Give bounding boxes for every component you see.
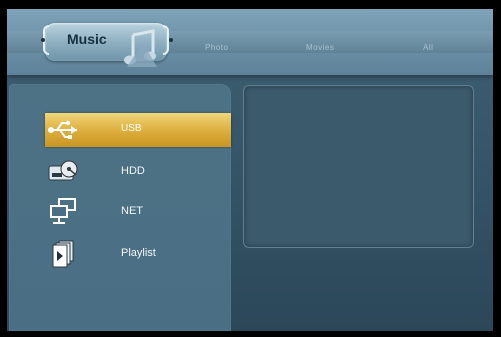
tab-all[interactable]: All: [423, 43, 433, 52]
source-list-panel: USB HDD NET Playlist: [9, 84, 231, 331]
hdd-icon: [48, 160, 78, 181]
music-note-icon: [124, 29, 157, 67]
source-label-playlist: Playlist: [121, 247, 156, 259]
tab-music-label: Music: [67, 31, 107, 47]
source-item-hdd[interactable]: HDD: [45, 155, 231, 189]
tab-photo[interactable]: Photo: [205, 43, 228, 52]
tab-movies[interactable]: Movies: [306, 43, 334, 52]
playlist-icon: [52, 240, 74, 268]
source-item-playlist[interactable]: Playlist: [45, 237, 231, 271]
source-label-hdd: HDD: [121, 165, 145, 177]
category-menu-bar: Music Photo Movies All: [7, 9, 493, 75]
source-label-net: NET: [121, 205, 143, 217]
media-player-screen: Music Photo Movies All USB HDD NET Playl…: [7, 9, 493, 331]
source-item-net[interactable]: NET: [45, 195, 231, 229]
tab-right-dot: [169, 38, 173, 42]
source-item-usb[interactable]: USB: [45, 113, 231, 147]
source-label-usb: USB: [121, 123, 142, 134]
tab-left-dot: [41, 38, 45, 42]
preview-panel: [243, 85, 474, 248]
usb-icon: [48, 120, 77, 139]
network-icon: [50, 198, 76, 224]
